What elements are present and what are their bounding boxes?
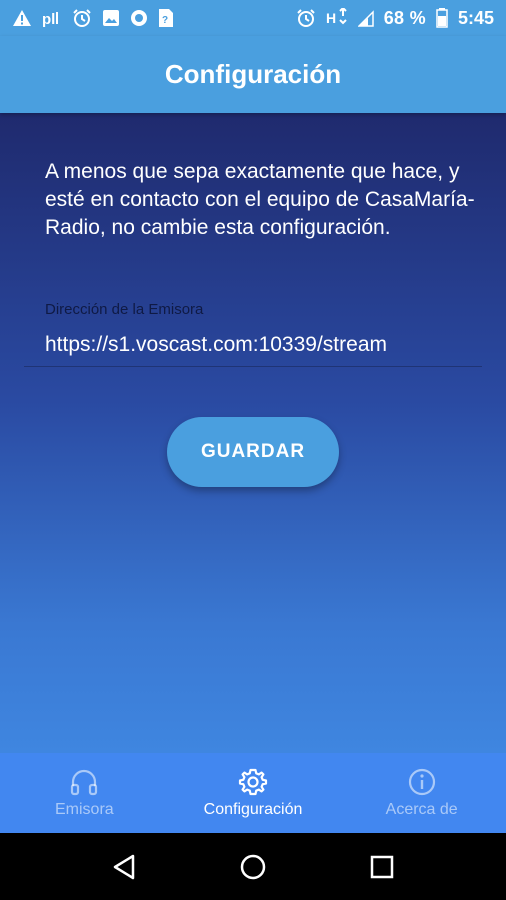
headphones-icon [71,769,98,796]
info-icon [408,768,435,796]
battery-icon [436,8,448,28]
back-icon[interactable] [109,852,139,882]
warning-text: A menos que sepa exactamente que hace, y… [45,160,475,239]
station-url-input[interactable] [24,323,482,367]
status-right-icons: H 68 % 5:45 [296,8,494,29]
nav-label-emisora: Emisora [54,801,114,818]
image-icon [103,10,119,26]
save-button[interactable]: GUARDAR [167,417,339,487]
gear-icon [238,768,268,796]
nav-item-configuracion[interactable]: Configuración [169,753,338,833]
nav-label-configuracion: Configuración [203,801,303,818]
station-url-label: Dirección de la Emisora [45,301,204,318]
home-icon[interactable] [238,852,268,882]
svg-text:pl: pl [42,11,55,27]
settings-content: A menos que sepa exactamente que hace, y… [0,113,506,753]
network-icon: H [326,8,347,26]
signal-icon: pl [42,11,58,27]
alarm-icon [73,9,91,27]
clock: 5:45 [457,7,494,28]
alarm-icon [297,9,315,27]
sim-icon: ? [159,9,173,27]
warning-icon [13,10,31,26]
nav-item-emisora[interactable]: Emisora [0,753,169,833]
svg-text:H: H [326,10,336,26]
signal-strength-icon [357,10,374,27]
record-icon [131,10,147,26]
status-left-icons: pl ? [12,8,174,28]
battery-percent: 68 % [383,7,426,28]
system-nav-bar [0,833,506,900]
nav-item-acerca-de[interactable]: Acerca de [337,753,506,833]
app-bar: Configuración [0,36,506,113]
page-title: Configuración [164,59,342,89]
status-bar: pl ? H 68 % 5:45 [0,0,506,36]
svg-text:?: ? [162,15,168,26]
nav-label-acerca-de: Acerca de [385,801,458,818]
recents-icon[interactable] [367,852,397,882]
bottom-nav: Emisora Configuración Acerca de [0,753,506,833]
